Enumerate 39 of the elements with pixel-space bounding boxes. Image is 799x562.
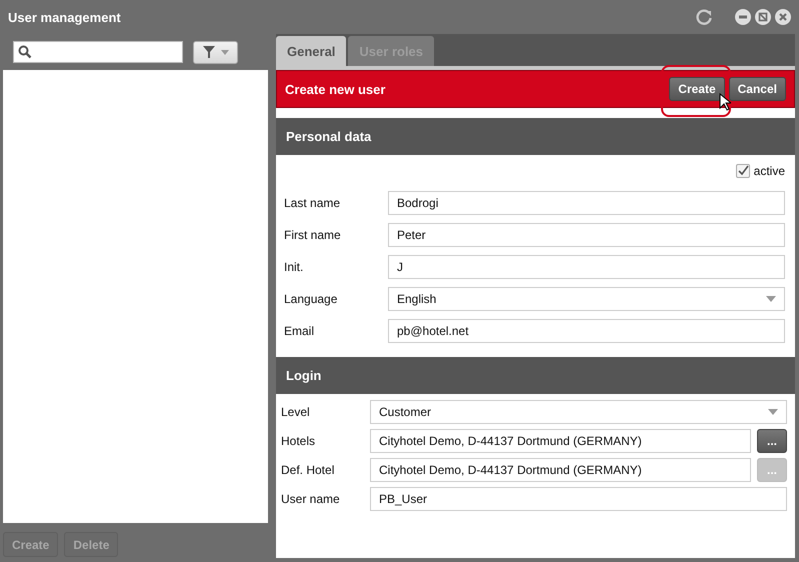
dropdown-caret-icon[interactable] bbox=[766, 296, 776, 302]
field-label: First name bbox=[284, 228, 342, 242]
input-field[interactable]: pb@hotel.net bbox=[388, 319, 785, 343]
maximize-icon[interactable] bbox=[755, 9, 771, 25]
field-label: Hotels bbox=[281, 434, 316, 448]
field-label: Last name bbox=[284, 196, 342, 210]
dropdown-field[interactable]: Customer bbox=[370, 400, 787, 424]
close-icon[interactable] bbox=[775, 9, 791, 25]
checkbox-label: active bbox=[754, 164, 785, 178]
window-title: User management bbox=[8, 10, 122, 24]
tab[interactable]: General bbox=[276, 36, 346, 66]
filter-icon bbox=[202, 46, 214, 58]
refresh-icon[interactable] bbox=[695, 8, 713, 26]
search-icon bbox=[18, 45, 32, 59]
input-field[interactable]: PB_User bbox=[370, 486, 787, 510]
filter-button[interactable] bbox=[193, 40, 238, 64]
dropdown-field[interactable]: English bbox=[388, 287, 785, 311]
input-field[interactable]: Peter bbox=[388, 223, 785, 247]
field-label: Email bbox=[284, 324, 316, 338]
input-field[interactable]: Cityhotel Demo, D-44137 Dortmund (GERMANY) bbox=[370, 428, 751, 452]
section-header: Login bbox=[276, 357, 795, 394]
field-label: Init. bbox=[284, 260, 304, 274]
form-title: Create new user bbox=[285, 82, 386, 96]
input-field[interactable]: J bbox=[388, 255, 785, 279]
browse-button[interactable]: ... bbox=[757, 428, 787, 452]
mouse-pointer-icon bbox=[718, 93, 731, 111]
input-field[interactable]: Bodrogi bbox=[388, 191, 785, 215]
field-label: Def. Hotel bbox=[281, 462, 336, 476]
cancel-button[interactable]: Cancel bbox=[728, 77, 786, 101]
section-header: Personal data bbox=[276, 118, 795, 155]
create-button[interactable]: Create bbox=[669, 77, 725, 101]
field-label: Language bbox=[284, 292, 338, 306]
dropdown-caret-icon[interactable] bbox=[768, 408, 778, 414]
active-checkbox[interactable] bbox=[736, 164, 750, 178]
search-field[interactable] bbox=[13, 41, 183, 63]
dropdown-caret-icon bbox=[220, 50, 228, 54]
field-label: User name bbox=[281, 492, 341, 506]
field-label: Level bbox=[281, 404, 311, 418]
minimize-icon[interactable] bbox=[735, 9, 751, 25]
